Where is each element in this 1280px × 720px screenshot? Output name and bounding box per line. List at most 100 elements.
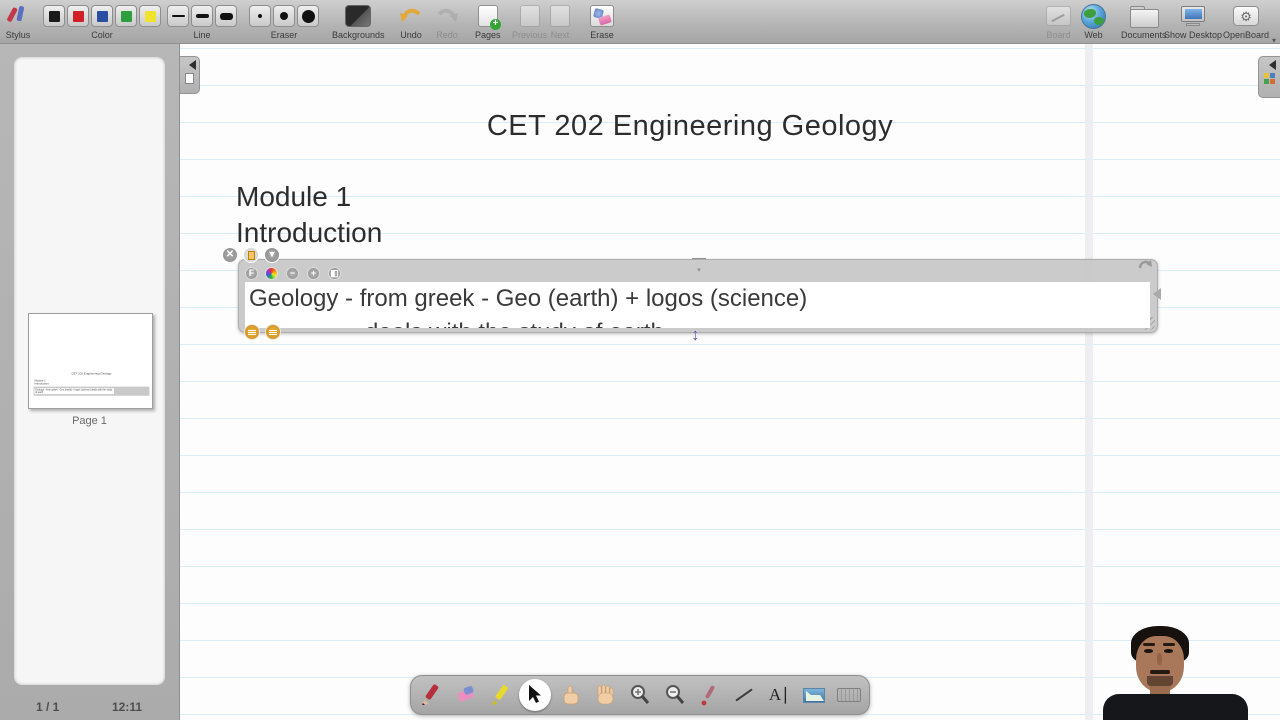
- capture-tool[interactable]: [799, 678, 829, 712]
- undo-icon: [398, 3, 424, 29]
- undo-label: Undo: [400, 30, 422, 40]
- write-text-tool[interactable]: A∣: [764, 678, 794, 712]
- virtual-keyboard-tool[interactable]: [834, 678, 864, 712]
- eraser-label: Eraser: [271, 30, 298, 40]
- selector-arrow-icon: [527, 685, 543, 705]
- vertical-resize-cursor[interactable]: ↕: [691, 325, 700, 345]
- zoom-in-icon: [629, 684, 651, 706]
- color-red-button[interactable]: [67, 5, 89, 27]
- openboard-menu-button[interactable]: ⚙ OpenBoard: [1223, 3, 1269, 40]
- zoom-in-tool[interactable]: [625, 678, 655, 712]
- font-button[interactable]: F: [245, 267, 258, 280]
- web-label: Web: [1084, 30, 1102, 40]
- text-color-button[interactable]: [265, 267, 278, 280]
- next-page-button[interactable]: Next: [550, 3, 570, 40]
- line-thin-button[interactable]: [167, 5, 189, 27]
- duplicate-item-button[interactable]: [243, 247, 259, 263]
- line-icon: [736, 688, 754, 701]
- page-thumbnail-panel: CET 202 Engineering Geology Module 1 Int…: [0, 44, 180, 720]
- show-desktop-label: Show Desktop: [1164, 30, 1222, 40]
- text-item-selection-frame[interactable]: ✕ ▾ F − + ◧ ▾ Geology - from greek - Geo…: [238, 259, 1158, 333]
- previous-page-button[interactable]: Previous: [512, 3, 547, 40]
- line-medium-button[interactable]: [191, 5, 213, 27]
- pan-tool[interactable]: [590, 678, 620, 712]
- board-label: Board: [1046, 30, 1070, 40]
- bring-forward-button[interactable]: [265, 324, 281, 340]
- top-resize-handle[interactable]: ▾: [690, 258, 708, 266]
- rotate-handle[interactable]: [1137, 258, 1153, 277]
- eraser-medium-button[interactable]: [273, 5, 295, 27]
- erase-button[interactable]: Erase: [590, 3, 614, 40]
- top-toolbar: Stylus Color Line: [0, 0, 1280, 44]
- page-caption: Page 1: [14, 415, 165, 427]
- previous-label: Previous: [512, 30, 547, 40]
- stylus-tool-palette: A∣: [410, 675, 870, 715]
- page-indicator: 1 / 1: [36, 700, 59, 714]
- eraser-tool-group: Eraser: [248, 3, 320, 40]
- draw-line-tool[interactable]: [729, 678, 759, 712]
- undo-button[interactable]: Undo: [398, 3, 424, 40]
- annotate-pen-tool[interactable]: [416, 678, 446, 712]
- web-mode-button[interactable]: Web: [1081, 3, 1106, 40]
- documents-mode-button[interactable]: Documents: [1121, 3, 1167, 40]
- openboard-label: OpenBoard: [1223, 30, 1269, 40]
- documents-folder-icon: [1130, 6, 1157, 26]
- highlighter-tool[interactable]: [486, 678, 516, 712]
- stylus-icon: [4, 3, 32, 29]
- color-label: Color: [91, 30, 113, 40]
- color-black-button[interactable]: [43, 5, 65, 27]
- line-thick-button[interactable]: [215, 5, 237, 27]
- eraser-icon: [454, 684, 478, 706]
- color-yellow-button[interactable]: [139, 5, 161, 27]
- page-1-thumbnail[interactable]: CET 202 Engineering Geology Module 1 Int…: [28, 313, 153, 409]
- module-heading-text[interactable]: Module 1: [236, 181, 351, 213]
- text-tool-icon: A∣: [769, 685, 790, 705]
- selector-tool[interactable]: [520, 678, 550, 712]
- interact-tool[interactable]: [555, 678, 585, 712]
- zoom-out-icon: [664, 684, 686, 706]
- next-icon: [550, 5, 570, 27]
- color-blue-button[interactable]: [91, 5, 113, 27]
- presenter-shoulders: [1103, 694, 1248, 720]
- pages-button[interactable]: + Pages: [475, 3, 501, 40]
- laser-pointer-icon: [700, 683, 720, 707]
- next-label: Next: [551, 30, 570, 40]
- backgrounds-label: Backgrounds: [332, 30, 385, 40]
- board-mode-button[interactable]: Board: [1046, 3, 1071, 40]
- erase-label: Erase: [590, 30, 614, 40]
- backgrounds-button[interactable]: Backgrounds: [332, 3, 385, 40]
- pages-drawer-icon: [185, 73, 194, 84]
- toolbar-overflow-caret[interactable]: ▾: [1272, 36, 1276, 45]
- left-drawer-collapse-tab[interactable]: [180, 56, 200, 94]
- line-tool-group: Line: [166, 3, 238, 40]
- module-subheading-text[interactable]: Introduction: [236, 217, 382, 249]
- eraser-tool[interactable]: [451, 678, 481, 712]
- stylus-tool-group[interactable]: Stylus: [4, 3, 32, 40]
- color-green-button[interactable]: [115, 5, 137, 27]
- thumbnail-list[interactable]: CET 202 Engineering Geology Module 1 Int…: [14, 57, 165, 685]
- board-title-text[interactable]: CET 202 Engineering Geology: [400, 110, 980, 143]
- color-tool-group: Color: [42, 3, 162, 40]
- redo-button[interactable]: Redo: [434, 3, 460, 40]
- page-margin-line: [1085, 44, 1093, 720]
- text-code-button[interactable]: ◧: [328, 267, 341, 280]
- documents-label: Documents: [1121, 30, 1167, 40]
- board-canvas[interactable]: CET 202 Engineering Geology Module 1 Int…: [180, 44, 1280, 720]
- capture-icon: [803, 688, 825, 703]
- delete-item-button[interactable]: ✕: [222, 247, 238, 263]
- eraser-large-button[interactable]: [297, 5, 319, 27]
- zoom-out-tool[interactable]: [660, 678, 690, 712]
- send-backward-button[interactable]: [244, 324, 260, 340]
- board-icon: [1046, 6, 1071, 26]
- eraser-small-button[interactable]: [249, 5, 271, 27]
- right-drawer-expand-tab[interactable]: [1258, 56, 1280, 98]
- show-desktop-button[interactable]: Show Desktop: [1164, 3, 1222, 40]
- increase-font-button[interactable]: +: [307, 267, 320, 280]
- item-menu-button[interactable]: ▾: [264, 247, 280, 263]
- clock: 12:11: [112, 700, 142, 714]
- stylus-label: Stylus: [6, 30, 31, 40]
- laser-pointer-tool[interactable]: [695, 678, 725, 712]
- decrease-font-button[interactable]: −: [286, 267, 299, 280]
- text-item-content[interactable]: Geology - from greek - Geo (earth) + log…: [245, 282, 1150, 328]
- pages-icon: +: [478, 5, 498, 27]
